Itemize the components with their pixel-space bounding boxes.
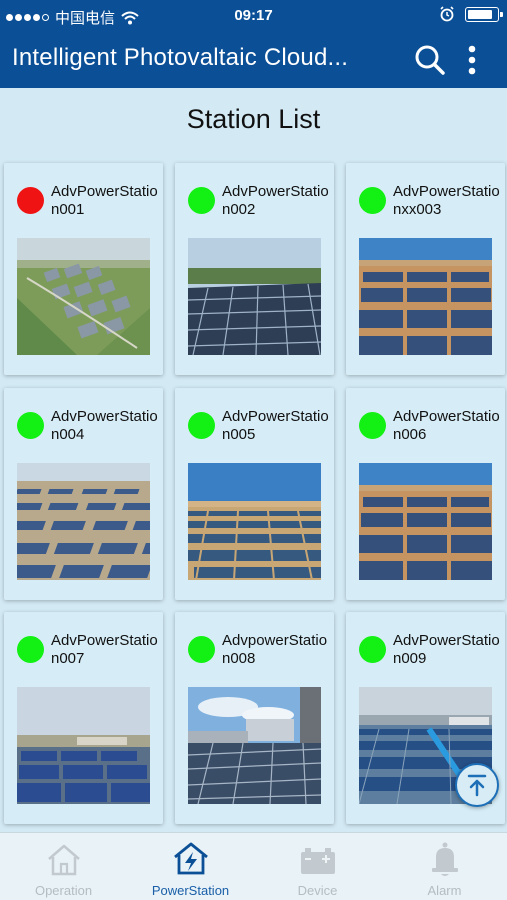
station-photo	[188, 238, 321, 355]
battery-icon	[301, 848, 335, 874]
station-photo	[188, 687, 321, 804]
station-name: AdvPowerStationxx003	[393, 183, 500, 218]
station-photo	[17, 463, 150, 580]
arrow-up-to-top-icon	[467, 774, 487, 797]
status-indicator-online	[188, 636, 215, 663]
tab-alarm[interactable]: Alarm	[381, 833, 507, 900]
station-photo	[17, 238, 150, 355]
tab-powerstation[interactable]: PowerStation	[127, 833, 254, 900]
station-name: AdvPowerStation007	[51, 632, 158, 667]
station-name: AdvPowerStation001	[51, 183, 158, 218]
powerstation-icon	[174, 842, 208, 875]
page-title: Station List	[186, 104, 321, 134]
top-bar: 中国电信 09:17 Intelligent Photovaltaic Clou…	[0, 0, 507, 88]
station-photo	[17, 687, 150, 804]
search-icon	[415, 45, 445, 75]
status-indicator-online	[188, 412, 215, 439]
station-card[interactable]: AdvPowerStation007	[4, 612, 163, 824]
station-name: AdvPowerStation009	[393, 632, 500, 667]
station-photo	[359, 238, 492, 355]
station-card[interactable]: AdvPowerStationxx003	[346, 163, 505, 375]
status-indicator-online	[359, 187, 386, 214]
station-card[interactable]: AdvPowerStation004	[4, 388, 163, 600]
station-card[interactable]: AdvPowerStation002	[175, 163, 334, 375]
station-card[interactable]: AdvPowerStation005	[175, 388, 334, 600]
tab-device[interactable]: Device	[254, 833, 381, 900]
search-button[interactable]	[410, 40, 450, 80]
station-card[interactable]: AdvpowerStation008	[175, 612, 334, 824]
station-name: AdvpowerStation008	[222, 632, 328, 667]
bell-icon	[432, 842, 458, 876]
station-photo	[188, 463, 321, 580]
tab-label: Operation	[34, 883, 93, 898]
status-indicator-online	[359, 412, 386, 439]
station-name: AdvPowerStation004	[51, 408, 158, 443]
status-right	[439, 6, 503, 22]
station-card[interactable]: AdvPowerStation001	[4, 163, 163, 375]
app-header: Intelligent Photovaltaic Cloud...	[0, 32, 507, 88]
more-options-button[interactable]	[458, 40, 486, 80]
battery-indicator	[465, 6, 503, 22]
station-name: AdvPowerStation006	[393, 408, 500, 443]
home-icon	[48, 844, 80, 876]
alarm-clock-icon	[440, 6, 454, 22]
station-card[interactable]: AdvPowerStation006	[346, 388, 505, 600]
scroll-to-top-button[interactable]	[455, 763, 499, 807]
station-photo	[359, 463, 492, 580]
status-indicator-online	[17, 412, 44, 439]
status-indicator-online	[17, 636, 44, 663]
tab-label: Device	[297, 883, 338, 898]
status-indicator-offline	[17, 187, 44, 214]
more-vertical-icon	[468, 45, 476, 75]
status-indicator-online	[359, 636, 386, 663]
tab-label: Alarm	[427, 883, 462, 898]
bottom-tab-bar: Operation PowerStation Device Alarm	[0, 832, 507, 900]
station-name: AdvPowerStation005	[222, 408, 329, 443]
status-bar: 中国电信 09:17	[0, 0, 507, 32]
app-title: Intelligent Photovaltaic Cloud...	[12, 44, 349, 71]
status-time: 09:17	[234, 7, 273, 24]
tab-label: PowerStation	[151, 883, 230, 898]
status-indicator-online	[188, 187, 215, 214]
station-grid: AdvPowerStation001 AdvPowerStation002 Ad…	[4, 163, 505, 825]
tab-operation[interactable]: Operation	[0, 833, 127, 900]
station-name: AdvPowerStation002	[222, 183, 329, 218]
